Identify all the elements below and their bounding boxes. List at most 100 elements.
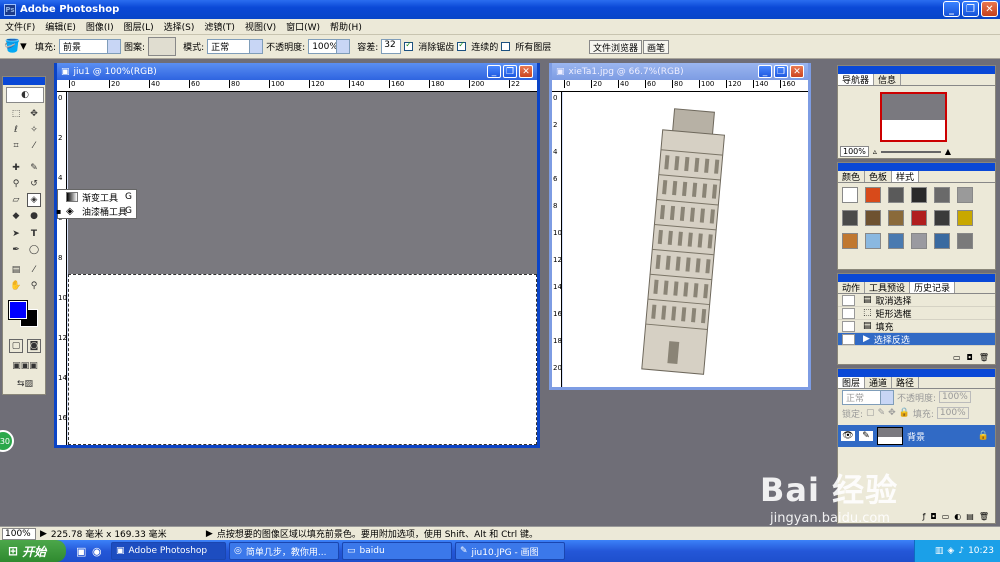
healing-brush-tool-icon[interactable]: ✚ [9,161,23,175]
tab-channels[interactable]: 通道 [865,377,893,389]
style-swatch[interactable] [888,210,904,226]
style-swatch[interactable] [842,210,858,226]
doc-maximize-button[interactable]: ❐ [503,65,517,78]
style-swatch[interactable] [888,187,904,203]
lock-move-icon[interactable]: ✥ [888,408,896,418]
task-paint[interactable]: ✎ jiu10.JPG - 画图 [455,542,565,560]
zoom-slider[interactable] [880,150,941,153]
style-swatch[interactable] [842,233,858,249]
style-swatch[interactable] [865,187,881,203]
menu-image[interactable]: 图像(I) [81,20,119,33]
style-swatch[interactable] [842,187,858,203]
style-swatch[interactable] [934,210,950,226]
history-item-selected[interactable]: ▶ 选择反选 [838,333,995,346]
tray-app-icon[interactable]: ◈ [947,546,954,556]
opacity-input[interactable]: 100% [308,39,351,54]
history-checkbox[interactable] [842,307,855,319]
history-delete-icon[interactable]: 🗑 [979,353,989,362]
lasso-tool-icon[interactable]: ℓ [9,123,23,137]
tab-layers[interactable]: 图层 [838,377,866,389]
contiguous-checkbox[interactable] [457,40,467,51]
quicklaunch-icon[interactable]: ▣ [76,545,92,558]
maximize-button[interactable]: ❐ [962,1,979,17]
close-button[interactable]: ✕ [981,1,998,17]
menu-help[interactable]: 帮助(H) [325,20,367,33]
history-checkbox[interactable] [842,320,855,332]
doc-close-button[interactable]: ✕ [519,65,533,78]
screen-mode-icon[interactable]: ▣▣▣ [7,359,43,373]
task-baidu-folder[interactable]: ▭ baidu [342,542,452,560]
path-selection-tool-icon[interactable]: ➤ [9,227,23,241]
eyedropper-tool-icon[interactable]: ⁄ [27,263,41,277]
menu-window[interactable]: 窗口(W) [281,20,325,33]
menu-layer[interactable]: 图层(L) [119,20,159,33]
snapshot-icon[interactable]: ◘ [967,353,973,362]
style-swatch[interactable] [957,187,973,203]
fill-select[interactable]: 前景 [59,39,122,54]
status-zoom[interactable]: 100% [2,527,36,540]
menu-view[interactable]: 视图(V) [240,20,281,33]
zoom-in-icon[interactable]: ▲ [945,147,951,156]
brush-tool-icon[interactable]: ✎ [27,161,41,175]
pen-tool-icon[interactable]: ✒ [9,243,23,257]
lock-all-icon[interactable]: 🔒 [899,408,910,418]
clone-stamp-tool-icon[interactable]: ⚲ [9,177,23,191]
minimize-button[interactable]: _ [943,1,960,17]
style-swatch[interactable] [911,233,927,249]
history-item[interactable]: ⬚ 矩形选框 [838,307,995,320]
history-item[interactable]: ▤ 取消选择 [838,294,995,307]
mode-select[interactable]: 正常 [207,39,264,54]
tab-tool-presets[interactable]: 工具预设 [865,282,911,294]
menu-edit[interactable]: 编辑(E) [40,20,81,33]
magic-wand-tool-icon[interactable]: ✧ [27,123,41,137]
style-swatch[interactable] [957,233,973,249]
zoom-tool-icon[interactable]: ⚲ [27,279,41,293]
task-photoshop[interactable]: ▣ Adobe Photoshop [111,542,226,560]
quick-mask-icon[interactable]: ◙ [27,339,41,353]
tray-volume-icon[interactable]: ♪ [958,546,964,556]
style-swatch[interactable] [934,187,950,203]
type-tool-icon[interactable]: T [27,227,41,241]
move-tool-icon[interactable]: ✥ [27,107,41,121]
antialias-checkbox[interactable] [404,40,414,51]
standard-mode-icon[interactable]: ▢ [9,339,23,353]
adjustment-layer-icon[interactable]: ◐ [954,512,961,521]
lock-transparency-icon[interactable]: ▢ [866,408,875,418]
style-swatch[interactable] [957,210,973,226]
navigator-zoom[interactable]: 100% [840,146,869,157]
slice-tool-icon[interactable]: ⁄ [27,139,41,153]
tab-navigator[interactable]: 导航器 [838,74,875,86]
file-browser-tab[interactable]: 文件浏览器 [589,40,643,54]
layer-style-icon[interactable]: ƒ [923,512,926,521]
paint-bucket-item[interactable]: ▪ ◈ 油漆桶工具 G [56,204,136,218]
marquee-tool-icon[interactable]: ⬚ [9,107,23,121]
adobe-online-icon[interactable]: ◐ [6,87,44,103]
task-browser[interactable]: ◎ 简单几步，教你用... [229,542,339,560]
new-document-from-state-icon[interactable]: ▭ [953,353,961,362]
foreground-color-swatch[interactable] [8,300,28,320]
doc2-close-button[interactable]: ✕ [790,65,804,78]
doc2-minimize-button[interactable]: _ [758,65,772,78]
tab-paths[interactable]: 路径 [892,377,920,389]
style-swatch[interactable] [865,210,881,226]
shape-tool-icon[interactable]: ◯ [27,243,41,257]
doc-minimize-button[interactable]: _ [487,65,501,78]
tab-actions[interactable]: 动作 [838,282,866,294]
jump-to-imageready-icon[interactable]: ⇆▨ [7,377,43,391]
history-item[interactable]: ▤ 填充 [838,320,995,333]
new-layer-icon[interactable]: ▤ [966,512,974,521]
layer-opacity-value[interactable]: 100% [939,391,971,403]
blur-tool-icon[interactable]: ◆ [9,209,23,223]
doc-size-arrow-icon[interactable]: ▶ [40,529,47,539]
all-layers-checkbox[interactable] [501,42,511,51]
brushes-tab[interactable]: 画笔 [643,40,670,54]
layer-fill-value[interactable]: 100% [936,407,969,419]
lock-paint-icon[interactable]: ✎ [878,408,886,418]
doc2-maximize-button[interactable]: ❐ [774,65,788,78]
layer-mask-icon[interactable]: ◘ [930,512,936,521]
pattern-picker[interactable] [148,37,177,56]
new-set-icon[interactable]: ▭ [942,512,950,521]
crop-tool-icon[interactable]: ⌗ [9,139,23,153]
tab-swatches[interactable]: 色板 [865,171,893,183]
quicklaunch-desktop-icon[interactable]: ◉ [92,545,108,558]
